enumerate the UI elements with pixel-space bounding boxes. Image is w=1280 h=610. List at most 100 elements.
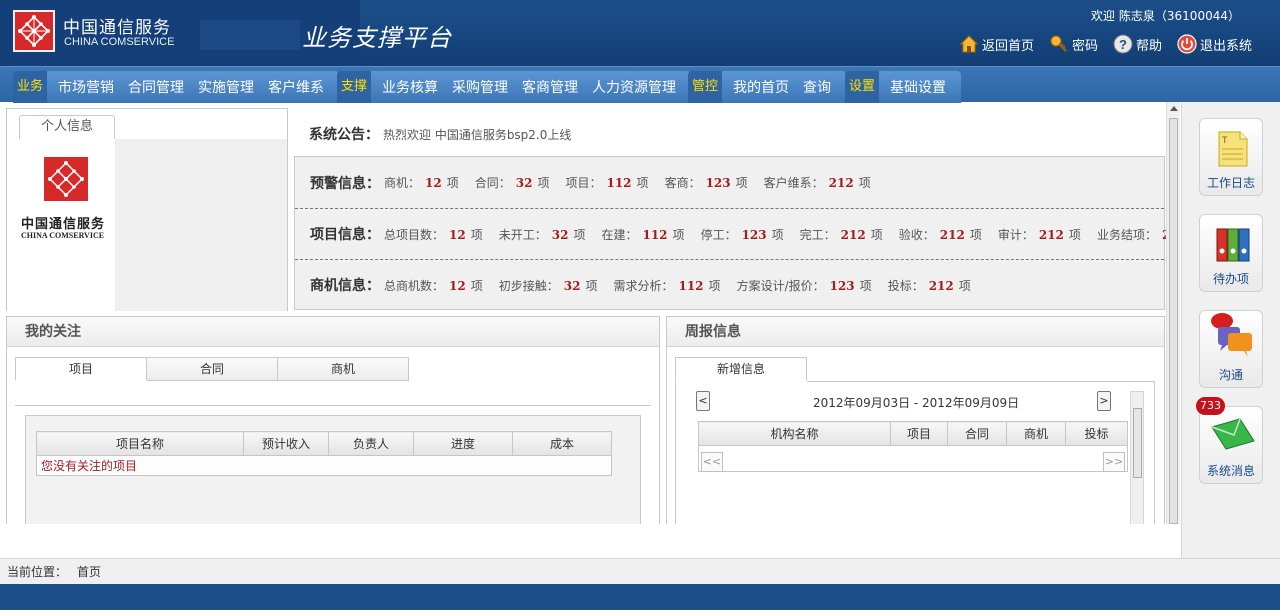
logo-text-cn: 中国通信服务 (63, 18, 171, 38)
notepad-icon: T (1216, 129, 1250, 169)
scroll-up-arrow-icon[interactable] (1170, 106, 1178, 111)
weekly-table: 机构名称 项目 合同 商机 投标 (698, 421, 1128, 472)
home-link[interactable]: 返回首页 (959, 34, 1034, 54)
col-owner[interactable]: 负责人 (328, 431, 414, 456)
panel-title: 周报信息 (667, 317, 1164, 347)
info-pair[interactable]: 审计： 212 项 (998, 226, 1081, 243)
col-projects[interactable]: 项目 (890, 421, 948, 446)
nav-group-control: 管控 我的首页 查询 (688, 71, 847, 103)
quick-access-sidebar: T 工作日志 待办项 沟通 733 系统消息 (1181, 102, 1280, 558)
scroll-thumb[interactable] (1169, 118, 1178, 524)
info-pair[interactable]: 方案设计/报价： 123 项 (737, 277, 872, 294)
profile-logo-en: CHINA COMSERVICE (21, 231, 105, 240)
info-pair[interactable]: 完工： 212 项 (800, 226, 883, 243)
nav-group-support: 支撑 业务核算 采购管理 客商管理 人力资源管理 (337, 71, 692, 103)
my-focus-panel: 我的关注 项目 合同 商机 项目名称 预计收入 负责人 进度 成本 您没有关注的… (6, 316, 660, 524)
last-page-button[interactable]: >> (1103, 452, 1125, 472)
home-icon (959, 34, 979, 54)
nav-item-implementation[interactable]: 实施管理 (198, 77, 254, 97)
help-link[interactable]: ? 帮助 (1113, 34, 1162, 54)
nav-item-customer-care[interactable]: 客户维系 (268, 77, 324, 97)
weekly-scrollbar[interactable] (1130, 391, 1144, 524)
logout-link[interactable]: 退出系统 (1177, 34, 1252, 54)
info-pair[interactable]: 总商机数： 12 项 (384, 277, 483, 294)
nav-item-basic-settings[interactable]: 基础设置 (890, 77, 946, 97)
tab-profile[interactable]: 个人信息 (19, 115, 115, 139)
prev-week-button[interactable]: < (696, 391, 710, 411)
info-pair[interactable]: 商机： 12 项 (384, 174, 459, 191)
nav-item-vendors[interactable]: 客商管理 (522, 77, 578, 97)
info-pair[interactable]: 总项目数： 12 项 (384, 226, 483, 243)
col-opportunities[interactable]: 商机 (1006, 421, 1066, 446)
password-link[interactable]: 密码 (1049, 34, 1098, 54)
nav-tag-settings[interactable]: 设置 (845, 71, 880, 103)
nav-item-hr[interactable]: 人力资源管理 (592, 77, 676, 97)
platform-title: 业务支撑平台 (302, 24, 452, 52)
empty-message: 您没有关注的项目 (36, 455, 612, 476)
info-pair[interactable]: 客户维系： 212 项 (764, 174, 871, 191)
nav-group-business: 业务 市场营销 合同管理 实施管理 客户维系 (13, 71, 340, 103)
col-bids[interactable]: 投标 (1065, 421, 1128, 446)
nav-tag-control[interactable]: 管控 (688, 71, 723, 103)
info-pair[interactable]: 初步接触： 32 项 (499, 277, 598, 294)
main-scrollbar[interactable] (1166, 102, 1180, 524)
info-pair[interactable]: 停工： 123 项 (701, 226, 784, 243)
tab-opportunities[interactable]: 商机 (278, 357, 409, 381)
opportunity-info-row: 商机信息： 总商机数： 12 项 初步接触： 32 项 需求分析： 112 项 方案设计/报… (295, 259, 1164, 310)
todo-button[interactable]: 待办项 (1199, 214, 1263, 292)
main-nav: 业务 市场营销 合同管理 实施管理 客户维系 支撑 业务核算 采购管理 客商管理… (0, 66, 1280, 103)
notice-text[interactable]: 热烈欢迎 中国通信服务bsp2.0上线 (383, 126, 571, 143)
weekly-panel: 周报信息 新增信息 < 2012年09月03日 - 2012年09月09日 > … (666, 316, 1165, 524)
company-logo-icon (44, 157, 88, 201)
info-pair[interactable]: 合同： 32 项 (475, 174, 550, 191)
date-range: 2012年09月03日 - 2012年09月09日 (813, 396, 1020, 410)
info-pair[interactable]: 未开工： 32 项 (499, 226, 586, 243)
row-label: 商机信息： (310, 278, 380, 294)
help-icon: ? (1113, 34, 1133, 54)
tab-contracts[interactable]: 合同 (147, 357, 278, 381)
focus-table: 项目名称 预计收入 负责人 进度 成本 您没有关注的项目 (36, 431, 612, 476)
nav-item-contracts[interactable]: 合同管理 (128, 77, 184, 97)
chat-bubbles-icon (1210, 313, 1256, 357)
tab-new-info[interactable]: 新增信息 (675, 357, 807, 381)
col-contracts[interactable]: 合同 (947, 421, 1007, 446)
col-progress[interactable]: 进度 (413, 431, 513, 456)
system-messages-button[interactable]: 733 系统消息 (1196, 397, 1263, 484)
nav-item-marketing[interactable]: 市场营销 (58, 77, 114, 97)
col-expected-income[interactable]: 预计收入 (243, 431, 329, 456)
first-page-button[interactable]: << (701, 452, 723, 472)
company-logo-icon (13, 10, 55, 52)
info-pair[interactable]: 验收： 212 项 (899, 226, 982, 243)
nav-tag-business[interactable]: 业务 (13, 71, 48, 103)
chat-button[interactable]: 沟通 (1199, 310, 1263, 388)
col-org-name[interactable]: 机构名称 (698, 421, 891, 446)
profile-panel: 个人信息 中国通信服务 CHINA COMSERVICE (6, 108, 288, 311)
info-pair[interactable]: 客商： 123 项 (665, 174, 748, 191)
row-label: 预警信息： (310, 175, 380, 192)
nav-item-procurement[interactable]: 采购管理 (452, 77, 508, 97)
nav-item-accounting[interactable]: 业务核算 (382, 77, 438, 97)
key-icon (1049, 34, 1069, 54)
nav-item-my-home[interactable]: 我的首页 (733, 77, 789, 97)
message-count-badge: 733 (1196, 397, 1225, 415)
breadcrumb-current[interactable]: 首页 (77, 565, 101, 579)
notice-label: 系统公告： (309, 127, 379, 143)
main-content: 个人信息 中国通信服务 CHINA COMSERVICE 系统公告： 热烈欢迎 … (0, 102, 1180, 524)
info-pair[interactable]: 需求分析： 112 项 (613, 277, 720, 294)
svg-text:T: T (1222, 135, 1228, 145)
profile-logo: 中国通信服务 CHINA COMSERVICE (7, 139, 115, 311)
info-pair[interactable]: 投标： 212 项 (888, 277, 971, 294)
welcome-text: 欢迎 陈志泉（36100044） (1087, 7, 1240, 24)
info-pair[interactable]: 在建： 112 项 (601, 226, 684, 243)
info-pair[interactable]: 项目： 112 项 (565, 174, 648, 191)
nav-tag-support[interactable]: 支撑 (337, 71, 372, 103)
next-week-button[interactable]: > (1097, 391, 1111, 411)
col-cost[interactable]: 成本 (512, 431, 612, 456)
warning-info-row: 预警信息： 商机： 12 项 合同： 32 项 项目： 112 项 客商： 123 项 客户维系… (295, 157, 1164, 208)
tab-projects[interactable]: 项目 (15, 357, 147, 381)
col-project-name[interactable]: 项目名称 (36, 431, 244, 456)
nav-item-query[interactable]: 查询 (803, 77, 831, 97)
work-log-button[interactable]: T 工作日志 (1199, 118, 1263, 196)
system-notice: 系统公告： 热烈欢迎 中国通信服务bsp2.0上线 (294, 108, 1164, 156)
footer-bar (0, 584, 1280, 610)
